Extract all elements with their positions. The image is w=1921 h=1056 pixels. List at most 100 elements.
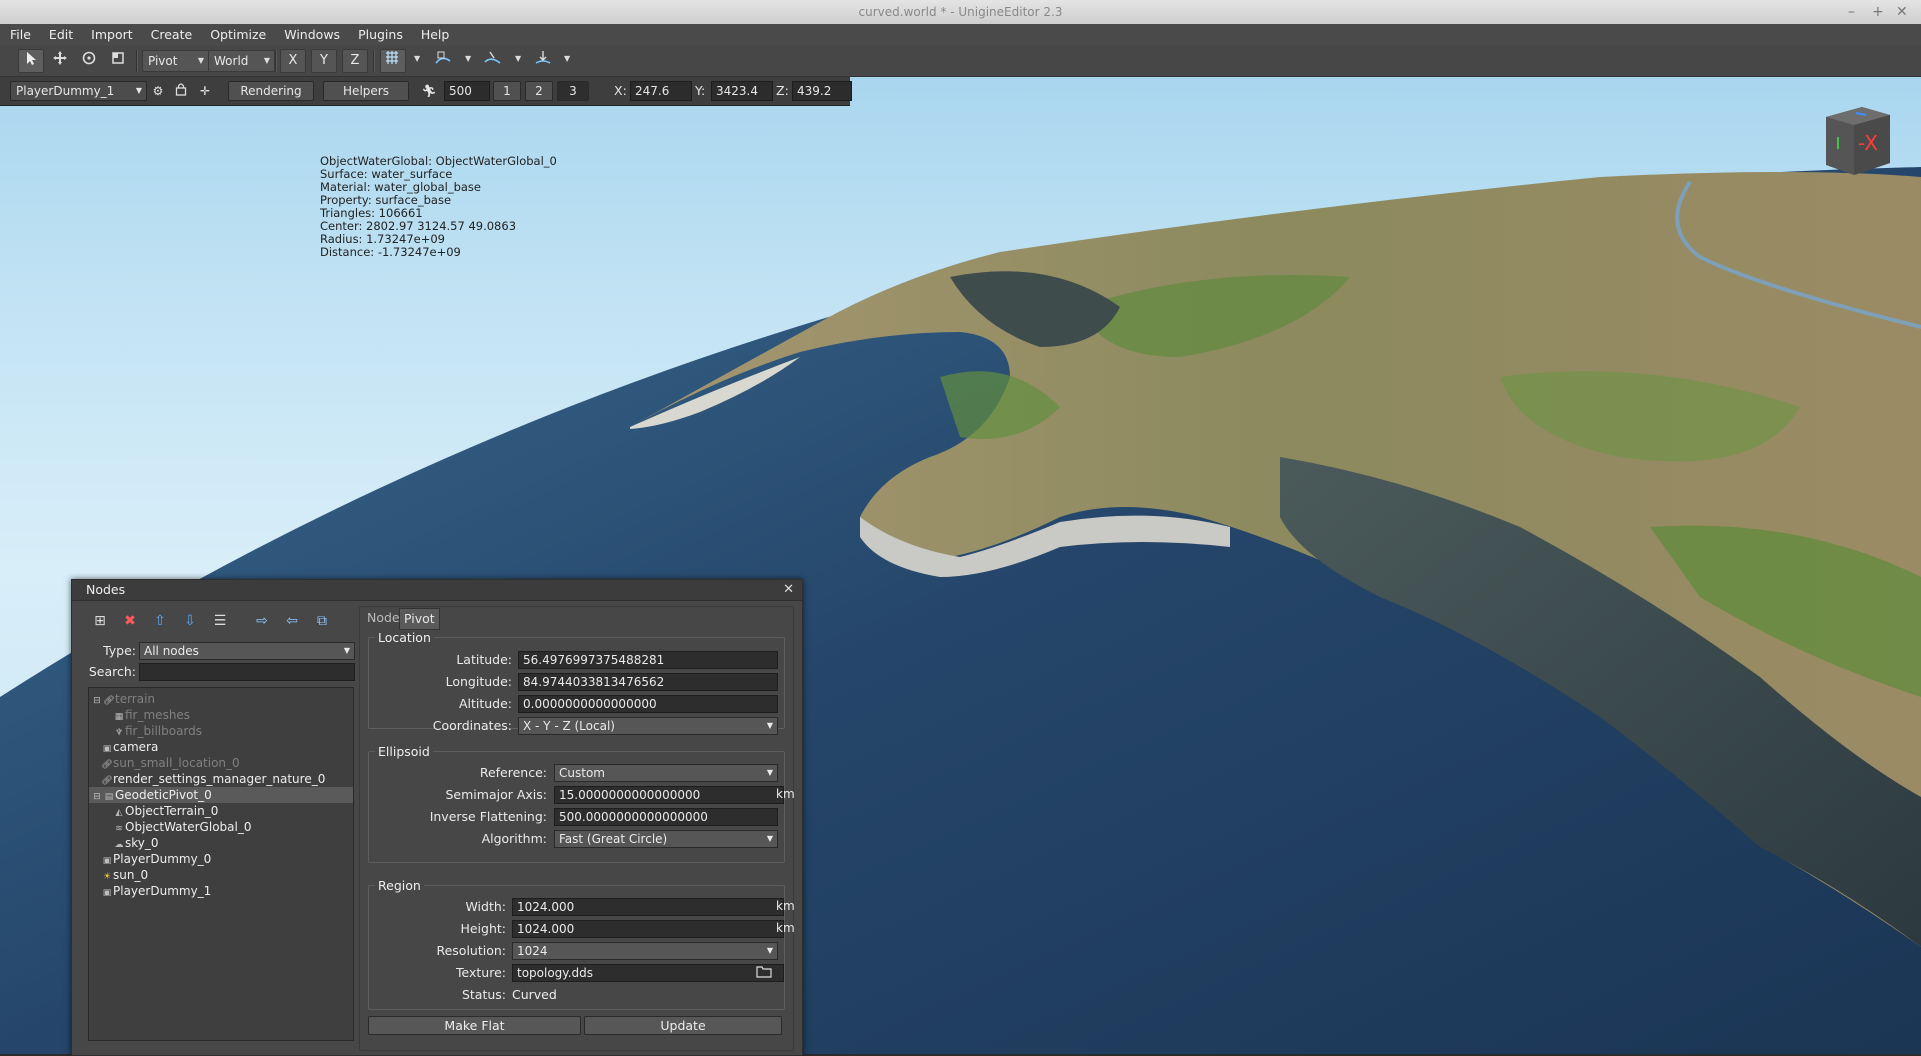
minimize-button[interactable]: – — [1848, 0, 1855, 24]
tab-node[interactable]: Node — [363, 608, 404, 628]
camera-y-input[interactable]: 3423.4 — [711, 81, 773, 101]
axis-x-button[interactable]: X — [280, 49, 306, 73]
menu-optimize[interactable]: Optimize — [201, 24, 275, 46]
add-node-button[interactable]: ⊞ — [88, 610, 112, 632]
rotate-tool-button[interactable] — [76, 49, 102, 73]
pivot-mode-select[interactable]: Pivot ▼ — [142, 50, 209, 72]
camera-speed-button[interactable]: 🏃︎ — [418, 81, 440, 101]
snap-surface-button[interactable] — [430, 49, 456, 73]
helpers-button[interactable]: Helpers — [323, 81, 409, 101]
tree-item-camera[interactable]: ▣ camera — [101, 739, 159, 755]
tree-item-sun[interactable]: ☀ sun_0 — [101, 867, 148, 883]
speed-preset-3[interactable]: 3 — [557, 81, 589, 101]
import-node-button[interactable]: ⇨ — [250, 610, 274, 632]
rendering-button[interactable]: Rendering — [228, 81, 314, 101]
tree-item-fir-billboards[interactable]: ♆ fir_billboards — [113, 723, 202, 739]
tree-item-player-dummy-0[interactable]: ▣ PlayerDummy_0 — [101, 851, 212, 867]
region-title: Region — [375, 878, 424, 893]
browse-texture-button[interactable] — [756, 964, 774, 980]
maximize-button[interactable]: + — [1872, 0, 1884, 24]
speed-preset-2[interactable]: 2 — [525, 81, 553, 101]
node-search-input[interactable] — [139, 663, 355, 681]
pivot-mode-value: Pivot — [148, 54, 178, 68]
tree-item-label: ObjectWaterGlobal_0 — [125, 820, 252, 834]
coordinates-select[interactable]: X - Y - Z (Local) ▼ — [518, 717, 778, 735]
chevron-down-icon[interactable]: ▼ — [465, 54, 471, 63]
texture-input[interactable]: topology.dds — [512, 964, 784, 982]
chevron-down-icon[interactable]: ▼ — [515, 54, 521, 63]
export-icon: ⇦ — [286, 613, 298, 629]
camera-select[interactable]: PlayerDummy_1 ▼ — [10, 81, 147, 101]
menu-file[interactable]: File — [1, 24, 40, 46]
axis-z-button[interactable]: Z — [342, 49, 368, 73]
tree-item-label: terrain — [115, 692, 156, 706]
info-line: Distance: -1.73247e+09 — [320, 245, 461, 259]
altitude-label: Altitude: — [458, 696, 512, 711]
lock-camera-button[interactable] — [172, 81, 190, 101]
region-height-input[interactable]: 1024.000 — [512, 920, 784, 938]
longitude-input[interactable]: 84.9744033813476562 — [518, 673, 778, 691]
menu-edit[interactable]: Edit — [40, 24, 82, 46]
semimajor-input[interactable]: 15.0000000000000000 — [554, 786, 784, 804]
export-node-button[interactable]: ⇦ — [280, 610, 304, 632]
move-node-down-button[interactable]: ⇩ — [178, 610, 202, 632]
collapse-icon[interactable]: ⊟ — [91, 693, 103, 709]
menu-create[interactable]: Create — [142, 24, 202, 46]
tree-item-terrain[interactable]: ⊟ 🔗︎terrain — [91, 691, 155, 707]
algorithm-select[interactable]: Fast (Great Circle) ▼ — [554, 830, 778, 848]
tree-item-sun-small-location[interactable]: 🔗︎sun_small_location_0 — [101, 755, 239, 771]
chevron-down-icon[interactable]: ▼ — [564, 54, 570, 63]
menu-help[interactable]: Help — [412, 24, 459, 46]
chevron-down-icon[interactable]: ▼ — [414, 54, 420, 63]
orientation-gizmo[interactable]: -X — [1822, 103, 1892, 182]
tree-item-render-settings[interactable]: 🔗︎render_settings_manager_nature_0 — [101, 771, 325, 787]
window-titlebar: curved.world * - UnigineEditor 2.3 – + ✕ — [0, 0, 1921, 24]
update-button[interactable]: Update — [584, 1016, 782, 1035]
region-width-input[interactable]: 1024.000 — [512, 898, 784, 916]
latitude-input[interactable]: 56.4976997375488281 — [518, 651, 778, 669]
tree-item-object-water-global[interactable]: ≋ ObjectWaterGlobal_0 — [113, 819, 251, 835]
camera-z-input[interactable]: 439.2 — [792, 81, 852, 101]
node-tree[interactable]: ⊟ 🔗︎terrain ▦ fir_meshes ♆ fir_billboards ▣… — [88, 687, 354, 1041]
resolution-select[interactable]: 1024 ▼ — [512, 942, 778, 960]
nodes-close-button[interactable]: ✕ — [783, 580, 794, 600]
speed-preset-1[interactable]: 1 — [493, 81, 521, 101]
node-type-select[interactable]: All nodes ▼ — [139, 642, 355, 660]
camera-speed-input[interactable]: 500 — [444, 81, 490, 101]
reference-select[interactable]: Custom ▼ — [554, 764, 778, 782]
tree-item-object-terrain[interactable]: ◭ ObjectTerrain_0 — [113, 803, 219, 819]
menu-import[interactable]: Import — [82, 24, 142, 46]
axis-y-button[interactable]: Y — [311, 49, 337, 73]
tree-item-geodetic-pivot[interactable]: ⊟ ▤ GeodeticPivot_0 — [89, 787, 353, 803]
semimajor-label: Semimajor Axis: — [445, 787, 548, 802]
clone-node-button[interactable]: ⧉ — [310, 610, 334, 632]
flattening-input[interactable]: 500.0000000000000000 — [554, 808, 778, 826]
move-tool-button[interactable] — [47, 49, 73, 73]
select-tool-button[interactable] — [18, 49, 44, 73]
longitude-label: Longitude: — [445, 674, 512, 689]
remove-node-button[interactable]: ✖ — [118, 610, 142, 632]
snap-ground-button[interactable] — [530, 49, 556, 73]
tree-item-player-dummy-1[interactable]: ▣ PlayerDummy_1 — [101, 883, 212, 899]
move-arrows-icon — [53, 51, 67, 65]
tab-pivot[interactable]: Pivot — [399, 608, 440, 630]
tree-item-sky[interactable]: ☁ sky_0 — [113, 835, 159, 851]
collapse-icon[interactable]: ⊟ — [91, 789, 103, 805]
collapse-tree-button[interactable]: ☰ — [208, 610, 232, 632]
tree-item-fir-meshes[interactable]: ▦ fir_meshes — [113, 707, 190, 723]
camera-x-input[interactable]: 247.6 — [630, 81, 692, 101]
scale-tool-button[interactable] — [105, 49, 131, 73]
camera-settings-button[interactable]: ⚙ — [148, 81, 168, 101]
menu-windows[interactable]: Windows — [275, 24, 349, 46]
altitude-input[interactable]: 0.0000000000000000 — [518, 695, 778, 713]
make-flat-button[interactable]: Make Flat — [368, 1016, 581, 1035]
space-mode-select[interactable]: World ▼ — [208, 50, 275, 72]
menu-plugins[interactable]: Plugins — [349, 24, 412, 46]
window-title: curved.world * - UnigineEditor 2.3 — [858, 5, 1063, 19]
move-node-up-button[interactable]: ⇧ — [148, 610, 172, 632]
arrow-up-icon: ⇧ — [154, 613, 166, 629]
snap-terrain-button[interactable] — [480, 49, 506, 73]
close-window-button[interactable]: ✕ — [1896, 0, 1908, 24]
focus-camera-button[interactable]: ✛ — [196, 81, 214, 101]
snap-grid-button[interactable] — [380, 49, 406, 73]
